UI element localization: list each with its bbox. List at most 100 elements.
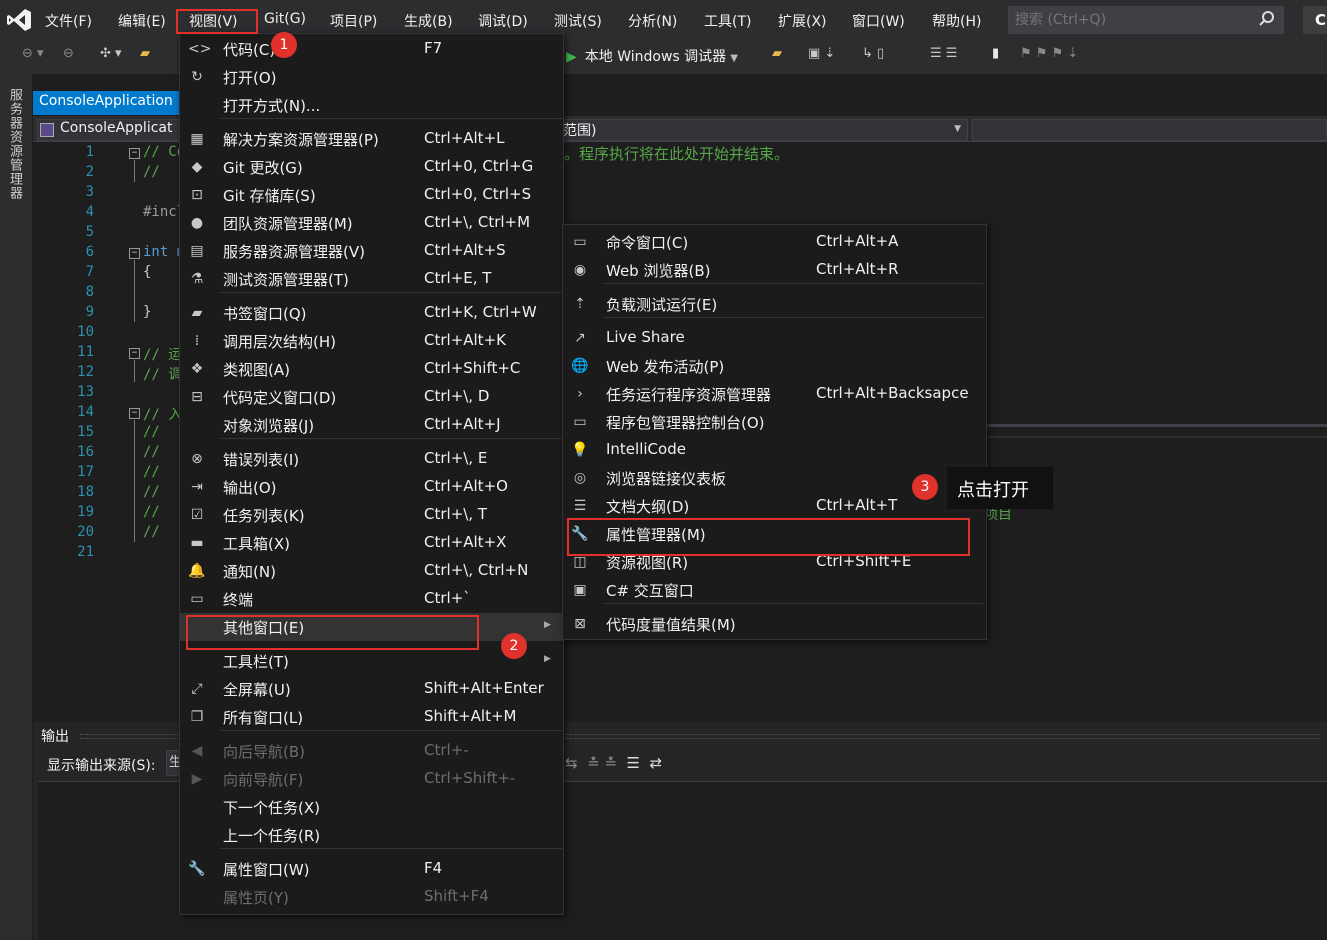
menu-item-label: Git 存储库(S) bbox=[223, 187, 316, 205]
view-menu-item-5[interactable]: ⊡ Git 存储库(S) Ctrl+0, Ctrl+S bbox=[180, 181, 563, 209]
view-menu-item-12[interactable]: ⊟ 代码定义窗口(D) Ctrl+\, D bbox=[180, 383, 563, 411]
other-windows-item-13[interactable]: ⊠ 代码度量值结果(M) bbox=[563, 610, 986, 638]
view-menu-item-1[interactable]: ↻ 打开(O) bbox=[180, 63, 563, 91]
other-windows-item-1[interactable]: ◉ Web 浏览器(B) Ctrl+Alt+R bbox=[563, 256, 986, 284]
start-debug-button[interactable]: ▶ 本地 Windows 调试器 ▼ bbox=[566, 46, 738, 68]
open-folder-icon[interactable]: ▰ bbox=[140, 46, 150, 61]
other-windows-item-6[interactable]: ▭ 程序包管理器控制台(O) bbox=[563, 408, 986, 436]
new-project-icon[interactable]: ✣ ▾ bbox=[100, 46, 122, 61]
search-box[interactable] bbox=[1008, 6, 1284, 34]
menu-item-label: 终端 bbox=[223, 591, 254, 609]
chevron-down-icon: ▼ bbox=[730, 53, 738, 64]
step-icon[interactable]: ↳ ▯ bbox=[862, 46, 884, 61]
forward-nav-icon[interactable]: ⊖ bbox=[63, 46, 74, 61]
output-toolbar-icons[interactable]: ⇆ ≛ ≛ ☰ ⇄ bbox=[565, 754, 662, 772]
view-menu-item-3[interactable]: ▦ 解决方案资源管理器(P) Ctrl+Alt+L bbox=[180, 125, 563, 153]
load-test-icon: ⇡ bbox=[574, 296, 586, 312]
account-button[interactable]: C bbox=[1303, 6, 1327, 34]
code-comment-tail: 。程序执行将在此处开始并结束。 bbox=[564, 145, 790, 163]
function-combo[interactable] bbox=[972, 119, 1327, 141]
view-menu-item-24[interactable]: ◀ 向后导航(B) Ctrl+- bbox=[180, 737, 563, 765]
menu-item-shortcut: Ctrl+E, T bbox=[424, 269, 492, 287]
file-scope-combo[interactable]: ConsoleApplicat bbox=[37, 119, 187, 141]
view-menu-item-18[interactable]: 🔔 通知(N) Ctrl+\, Ctrl+N bbox=[180, 557, 563, 585]
menu-project[interactable]: 项目(P) bbox=[330, 11, 377, 31]
other-windows-item-12[interactable]: ▣ C# 交互窗口 bbox=[563, 576, 986, 604]
view-menu-item-19[interactable]: ▭ 终端 Ctrl+` bbox=[180, 585, 563, 613]
indent-icon[interactable]: ☰ ☰ bbox=[930, 46, 957, 61]
view-menu-item-8[interactable]: ⚗ 测试资源管理器(T) Ctrl+E, T bbox=[180, 265, 563, 293]
view-menu-item-28[interactable]: 🔧 属性窗口(W) F4 bbox=[180, 855, 563, 883]
view-menu-item-4[interactable]: ◆ Git 更改(G) Ctrl+0, Ctrl+G bbox=[180, 153, 563, 181]
view-menu-item-7[interactable]: ▤ 服务器资源管理器(V) Ctrl+Alt+S bbox=[180, 237, 563, 265]
open-file-icon[interactable]: ▰ bbox=[772, 46, 782, 61]
member-scope-combo[interactable]: 范围) ▼ bbox=[560, 119, 968, 141]
line-number: 3 bbox=[85, 184, 94, 200]
menu-debug[interactable]: 调试(D) bbox=[478, 11, 528, 31]
terminal-icon: ▭ bbox=[190, 591, 204, 607]
menu-git[interactable]: Git(G) bbox=[264, 11, 306, 27]
search-input[interactable] bbox=[1015, 11, 1255, 29]
menu-analyze[interactable]: 分析(N) bbox=[628, 11, 677, 31]
menu-item-label: 错误列表(I) bbox=[223, 451, 300, 469]
menu-window[interactable]: 窗口(W) bbox=[852, 11, 905, 31]
view-menu-item-13[interactable]: 对象浏览器(J) Ctrl+Alt+J bbox=[180, 411, 563, 439]
menu-item-label: 属性窗口(W) bbox=[223, 861, 310, 879]
view-menu-item-25[interactable]: ▶ 向前导航(F) Ctrl+Shift+- bbox=[180, 765, 563, 793]
other-windows-item-7[interactable]: 💡 IntelliCode bbox=[563, 436, 986, 464]
fold-guide bbox=[134, 160, 135, 182]
menu-help[interactable]: 帮助(H) bbox=[932, 11, 981, 31]
view-menu-item-2[interactable]: 打开方式(N)... bbox=[180, 91, 563, 119]
line-number: 20 bbox=[77, 524, 94, 540]
class-view-icon: ❖ bbox=[190, 361, 204, 377]
menu-item-label: 代码度量值结果(M) bbox=[606, 616, 736, 634]
menu-file[interactable]: 文件(F) bbox=[45, 11, 92, 31]
screenshot-icon[interactable]: ▣ ⇣ bbox=[808, 46, 835, 61]
other-windows-item-4[interactable]: 🌐 Web 发布活动(P) bbox=[563, 352, 986, 380]
view-menu-item-23[interactable]: ❐ 所有窗口(L) Shift+Alt+M bbox=[180, 703, 563, 731]
view-menu-item-26[interactable]: 下一个任务(X) bbox=[180, 793, 563, 821]
code-line-19: // bbox=[143, 504, 160, 520]
view-menu-item-9[interactable]: ▰ 书签窗口(Q) Ctrl+K, Ctrl+W bbox=[180, 299, 563, 327]
view-menu-item-16[interactable]: ☑ 任务列表(K) Ctrl+\, T bbox=[180, 501, 563, 529]
view-menu-item-15[interactable]: ⇥ 输出(O) Ctrl+Alt+O bbox=[180, 473, 563, 501]
view-menu-item-14[interactable]: ⊗ 错误列表(I) Ctrl+\, E bbox=[180, 445, 563, 473]
bookmark-toolbar-icon[interactable]: ▮ bbox=[992, 46, 999, 61]
view-menu-item-11[interactable]: ❖ 类视图(A) Ctrl+Shift+C bbox=[180, 355, 563, 383]
view-menu-item-29[interactable]: 属性页(Y) Shift+F4 bbox=[180, 883, 563, 911]
fold-toggle[interactable]: − bbox=[129, 148, 140, 159]
fold-toggle[interactable]: − bbox=[129, 408, 140, 419]
git-repo-icon: ⊡ bbox=[191, 187, 203, 203]
view-menu-item-6[interactable]: ● 团队资源管理器(M) Ctrl+\, Ctrl+M bbox=[180, 209, 563, 237]
other-windows-item-0[interactable]: ▭ 命令窗口(C) Ctrl+Alt+A bbox=[563, 228, 986, 256]
word-wrap-icon[interactable]: ⇄ bbox=[650, 754, 663, 772]
menu-item-shortcut: Ctrl+Alt+A bbox=[816, 232, 899, 250]
back-nav-icon[interactable]: ⊖ ▾ bbox=[22, 46, 44, 61]
output-source-combo[interactable]: 生 bbox=[166, 750, 182, 776]
menu-extensions[interactable]: 扩展(X) bbox=[778, 11, 827, 31]
menu-item-label: 测试资源管理器(T) bbox=[223, 271, 349, 289]
menu-tools[interactable]: 工具(T) bbox=[704, 11, 751, 31]
intellicode-icon: 💡 bbox=[571, 442, 589, 458]
clear-all-icon[interactable]: ☰ bbox=[627, 754, 640, 772]
all-windows-icon: ❐ bbox=[190, 709, 204, 725]
menu-test[interactable]: 测试(S) bbox=[554, 11, 602, 31]
view-menu-item-0[interactable]: <> 代码(C) F7 bbox=[180, 35, 563, 63]
bookmark-nav-icon[interactable]: ⚑ ⚑ ⚑ ⇣ bbox=[1020, 46, 1078, 61]
other-windows-item-5[interactable]: › 任务运行程序资源管理器 Ctrl+Alt+Backsapce bbox=[563, 380, 986, 408]
menu-item-shortcut: Ctrl+\, Ctrl+N bbox=[424, 561, 529, 579]
document-tab[interactable]: ConsoleApplication bbox=[33, 91, 193, 115]
menu-edit[interactable]: 编辑(E) bbox=[118, 11, 166, 31]
fold-toggle[interactable]: − bbox=[129, 248, 140, 259]
menu-build[interactable]: 生成(B) bbox=[404, 11, 453, 31]
view-menu-item-17[interactable]: ▬ 工具箱(X) Ctrl+Alt+X bbox=[180, 529, 563, 557]
server-explorer-tab[interactable]: 服务器资源管理器 bbox=[3, 88, 25, 200]
other-windows-item-3[interactable]: ↗ Live Share bbox=[563, 324, 986, 352]
view-menu-item-27[interactable]: 上一个任务(R) bbox=[180, 821, 563, 849]
view-menu-item-10[interactable]: ⁞ 调用层次结构(H) Ctrl+Alt+K bbox=[180, 327, 563, 355]
toolbox-icon: ▬ bbox=[190, 535, 204, 551]
fold-toggle[interactable]: − bbox=[129, 348, 140, 359]
other-windows-item-2[interactable]: ⇡ 负载测试运行(E) bbox=[563, 290, 986, 318]
line-number: 9 bbox=[85, 304, 94, 320]
view-menu-item-22[interactable]: ⤢ 全屏幕(U) Shift+Alt+Enter bbox=[180, 675, 563, 703]
